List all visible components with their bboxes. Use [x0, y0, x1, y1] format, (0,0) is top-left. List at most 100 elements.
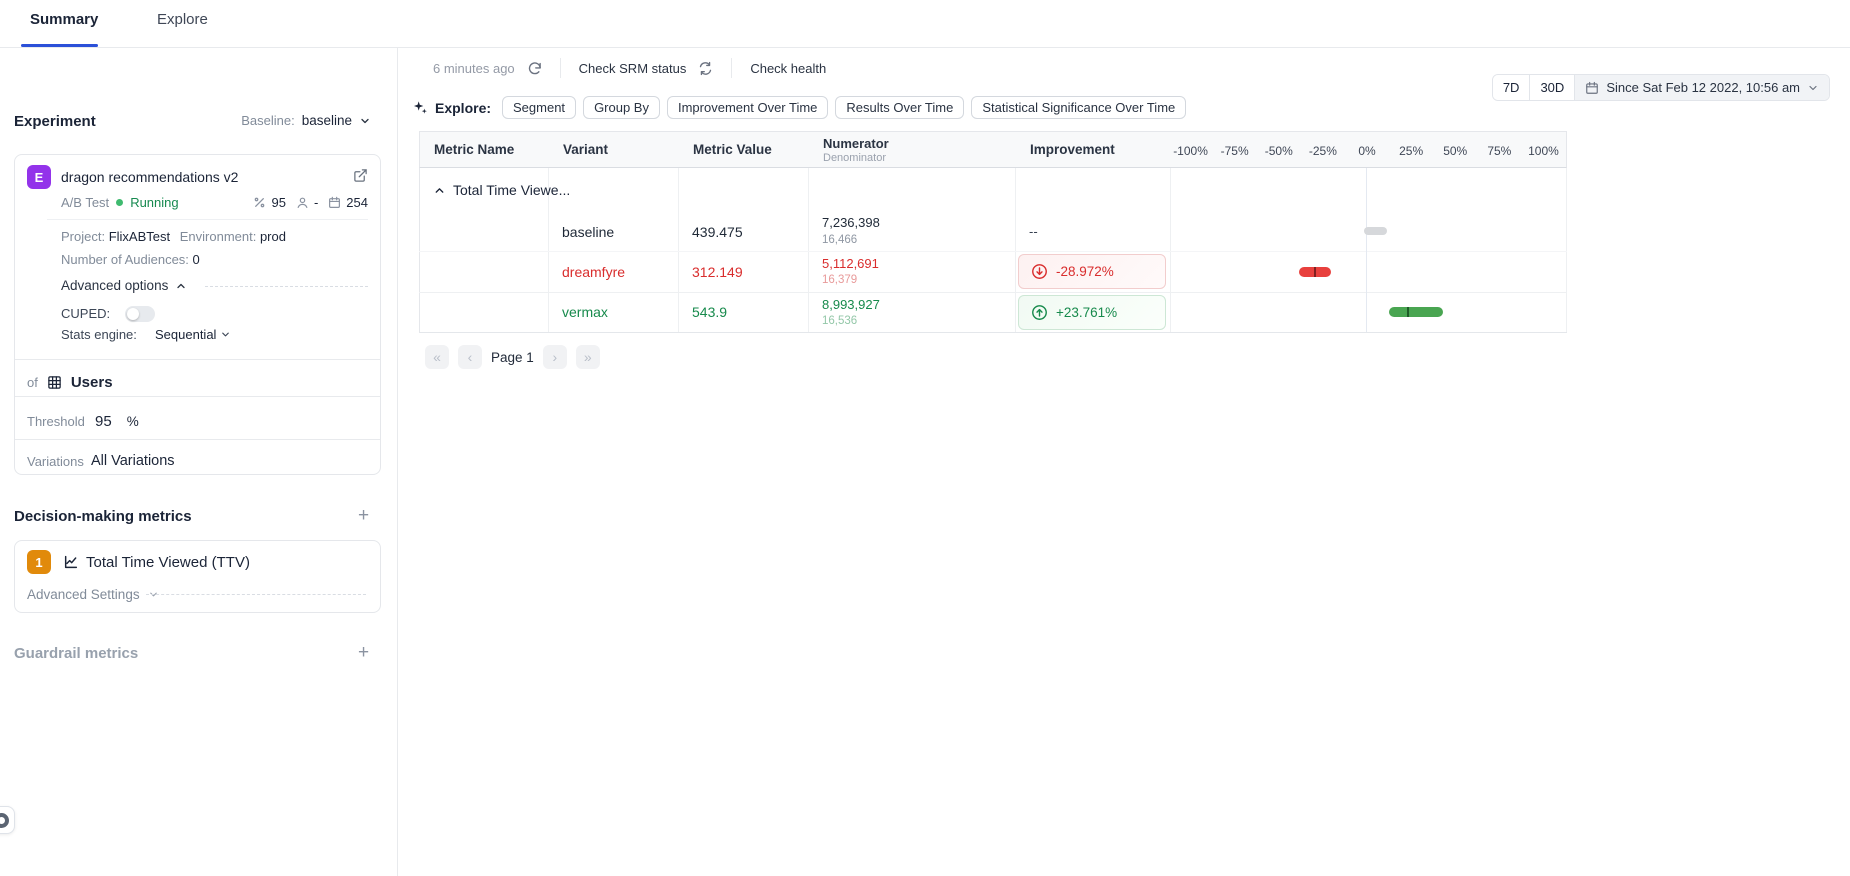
explore-results-over-time-button[interactable]: Results Over Time	[835, 96, 964, 119]
baseline-label: Baseline:	[241, 113, 294, 128]
denominator-value: 16,536	[822, 315, 857, 327]
help-widget-button[interactable]	[0, 806, 15, 834]
calendar-icon	[328, 196, 341, 209]
sidebar: Experiment Baseline: baseline E dragon r…	[0, 48, 398, 876]
baseline-selector[interactable]: Baseline: baseline	[241, 113, 371, 128]
advanced-options-rule	[205, 286, 368, 287]
unit-type-row[interactable]: of Users	[27, 367, 113, 397]
advanced-options-toggle[interactable]: Advanced options	[61, 278, 187, 293]
chevron-down-icon	[220, 329, 231, 340]
check-srm-button[interactable]: Check SRM status	[579, 61, 687, 76]
date-range-picker[interactable]: Since Sat Feb 12 2022, 10:56 am	[1575, 75, 1829, 100]
axis-tick: 100%	[1521, 144, 1565, 158]
running-dot-icon	[116, 199, 123, 206]
tab-summary[interactable]: Summary	[30, 11, 98, 28]
prev-page-button[interactable]: ‹	[458, 345, 482, 369]
threshold-input[interactable]: 95	[95, 413, 112, 430]
axis-tick: 75%	[1477, 144, 1521, 158]
card-section-divider	[15, 359, 380, 360]
experiment-stats-row: 95 - 254	[253, 195, 368, 210]
axis-tick: 50%	[1433, 144, 1477, 158]
app-root: Summary Explore Experiment Baseline: bas…	[0, 0, 1850, 876]
guardrail-metrics-title: Guardrail metrics	[14, 645, 138, 662]
card-section-divider	[15, 439, 380, 440]
explore-statistical-significance-button[interactable]: Statistical Significance Over Time	[971, 96, 1186, 119]
external-link-icon[interactable]	[353, 168, 368, 183]
variant-name: baseline	[562, 224, 614, 240]
table-border	[419, 168, 420, 332]
toolbar-divider	[560, 58, 561, 78]
sync-icon[interactable]	[698, 61, 713, 76]
col-denominator: Denominator	[823, 152, 886, 164]
axis-tick: 0%	[1345, 144, 1389, 158]
audiences-value: 0	[193, 252, 200, 267]
line-chart-icon	[63, 554, 79, 570]
last-page-button[interactable]: »	[576, 345, 600, 369]
variant-name: vermax	[562, 304, 608, 320]
decision-metric-card: 1 Total Time Viewed (TTV) Advanced Setti…	[14, 540, 381, 613]
metric-value: 543.9	[692, 304, 727, 320]
numerator-value: 7,236,398	[822, 215, 880, 230]
status-badge: Running	[130, 195, 178, 210]
zero-gridline	[1366, 168, 1367, 332]
add-decision-metric-button[interactable]: +	[358, 506, 369, 525]
denominator-value: 16,379	[822, 274, 857, 286]
of-label: of	[27, 375, 38, 390]
metric-index-badge: 1	[27, 550, 51, 574]
decision-metrics-title: Decision-making metrics	[14, 508, 192, 525]
audiences-row: Number of Audiences: 0	[61, 252, 200, 267]
cuped-toggle[interactable]	[125, 306, 155, 322]
metric-value: 439.475	[692, 224, 743, 240]
circle-arrow-up-icon	[1031, 304, 1048, 321]
allocation-percent-icon	[253, 196, 266, 209]
stats-engine-label: Stats engine:	[61, 327, 137, 342]
next-page-button[interactable]: ›	[543, 345, 567, 369]
numerator-value: 5,112,691	[822, 256, 879, 271]
range-30d-button[interactable]: 30D	[1530, 75, 1575, 100]
explore-improvement-over-time-button[interactable]: Improvement Over Time	[667, 96, 828, 119]
first-page-button[interactable]: «	[425, 345, 449, 369]
toolbar-divider	[731, 58, 732, 78]
project-label: Project:	[61, 229, 105, 244]
ci-pill-baseline	[1364, 227, 1387, 235]
denominator-value: 16,466	[822, 234, 857, 246]
threshold-label: Threshold	[27, 414, 95, 429]
metric-name[interactable]: Total Time Viewed (TTV)	[86, 554, 250, 571]
date-range-group: 7D 30D Since Sat Feb 12 2022, 10:56 am	[1492, 74, 1830, 101]
add-guardrail-metric-button[interactable]: +	[358, 643, 369, 662]
variant-name: dreamfyre	[562, 264, 625, 280]
tab-explore[interactable]: Explore	[157, 11, 208, 28]
col-metric-value: Metric Value	[693, 142, 772, 157]
metric-value: 312.149	[692, 264, 743, 280]
explore-segment-button[interactable]: Segment	[502, 96, 576, 119]
experiment-card: E dragon recommendations v2 A/B Test Run…	[14, 154, 381, 475]
col-metric-name: Metric Name	[434, 142, 514, 157]
refresh-icon[interactable]	[527, 61, 542, 76]
check-health-button[interactable]: Check health	[750, 61, 826, 76]
pagination: « ‹ Page 1 › »	[425, 345, 600, 369]
table-border	[1015, 168, 1016, 332]
chevron-down-icon	[359, 115, 371, 127]
advanced-settings-toggle[interactable]: Advanced Settings	[27, 587, 159, 602]
grid-icon	[47, 375, 62, 390]
experiment-type: A/B Test	[61, 195, 109, 210]
range-7d-button[interactable]: 7D	[1493, 75, 1531, 100]
confidence-interval-chart	[1170, 168, 1567, 332]
table-border	[808, 168, 809, 332]
threshold-unit: %	[127, 414, 139, 429]
status-toolbar: 6 minutes ago Check SRM status Check hea…	[433, 58, 826, 78]
col-variant: Variant	[563, 142, 608, 157]
help-ring-icon	[0, 813, 9, 828]
audience-count: -	[314, 195, 318, 210]
explore-groupby-button[interactable]: Group By	[583, 96, 660, 119]
environment-label: Environment:	[180, 229, 257, 244]
table-border	[678, 168, 679, 332]
collapse-chevron-icon[interactable]	[433, 184, 446, 197]
variations-row[interactable]: Variations All Variations	[27, 446, 175, 476]
variations-value: All Variations	[91, 453, 175, 469]
metric-group-row[interactable]: Total Time Viewe...	[433, 182, 570, 198]
explore-label: Explore:	[435, 100, 491, 116]
stats-engine-select[interactable]: Sequential	[155, 327, 231, 342]
advanced-options-label: Advanced options	[61, 278, 168, 293]
page-indicator: Page 1	[491, 350, 534, 365]
